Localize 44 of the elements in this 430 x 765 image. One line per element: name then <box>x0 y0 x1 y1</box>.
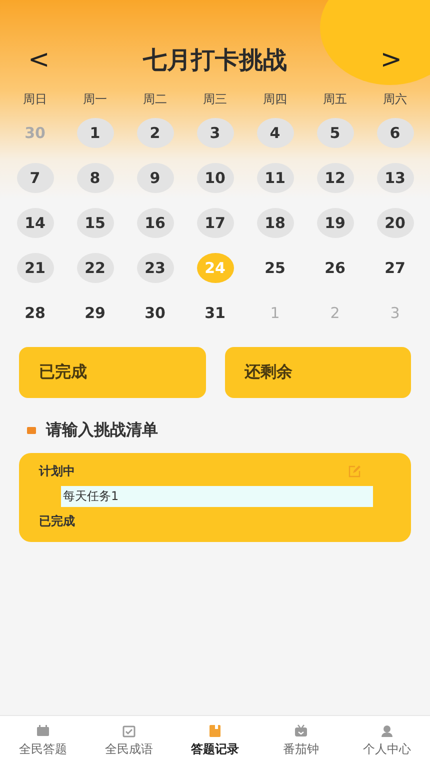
weekday-label: 周二 <box>142 91 168 108</box>
calendar-day[interactable]: 31 <box>196 298 234 328</box>
book-icon <box>208 724 222 738</box>
calendar-day[interactable]: 23 <box>136 252 174 282</box>
calendar-day[interactable]: 22 <box>76 252 114 282</box>
tab[interactable]: 全民成语 <box>86 716 172 765</box>
weekday-label: 周五 <box>322 91 348 108</box>
calendar-day[interactable]: 18 <box>256 208 294 238</box>
calendar-day[interactable]: 30 <box>136 298 174 328</box>
edit-icon[interactable] <box>348 465 361 478</box>
calendar-day[interactable]: 20 <box>376 208 414 238</box>
tab[interactable]: 个人中心 <box>344 716 430 765</box>
calendar-day[interactable]: 17 <box>196 208 234 238</box>
tab[interactable]: 番茄钟 <box>258 716 344 765</box>
task-field[interactable]: 每天任务1 <box>61 486 373 507</box>
summary-button[interactable]: 已完成 <box>19 347 206 398</box>
calendar-icon <box>36 724 50 738</box>
calendar-day[interactable]: 21 <box>16 252 54 282</box>
weekday-label: 周三 <box>202 91 228 108</box>
flag-icon <box>27 427 36 434</box>
weekday-label: 周六 <box>382 91 408 108</box>
calendar-day[interactable]: 16 <box>136 208 174 238</box>
next-month-button[interactable]: > <box>374 45 408 75</box>
weekday-label: 周一 <box>82 91 108 108</box>
calendar-day[interactable]: 25 <box>256 252 294 282</box>
calendar-title: 七月打卡挑战 <box>143 45 287 76</box>
weekday-label: 周日 <box>22 91 48 108</box>
calendar-day[interactable]: 19 <box>316 208 354 238</box>
previous-month-button[interactable]: < <box>22 45 56 75</box>
calendar-day[interactable]: 26 <box>316 252 354 282</box>
calendar-day[interactable]: 27 <box>376 252 414 282</box>
section-title: 请输入挑战清单 <box>46 420 158 441</box>
done-label: 已完成 <box>39 513 76 530</box>
tab[interactable]: 全民答题 <box>0 716 86 765</box>
tab[interactable]: 答题记录 <box>172 716 258 765</box>
weekday-label: 周四 <box>262 91 288 108</box>
calendar-day[interactable]: 14 <box>16 208 54 238</box>
person-icon <box>380 724 394 738</box>
check-icon <box>122 724 136 738</box>
calendar-day[interactable]: 29 <box>76 298 114 328</box>
calendar-day[interactable]: 15 <box>76 208 114 238</box>
planned-label: 计划中 <box>39 463 75 480</box>
calendar-day[interactable]: 28 <box>16 298 54 328</box>
summary-button[interactable]: 还剩余 <box>224 347 411 398</box>
